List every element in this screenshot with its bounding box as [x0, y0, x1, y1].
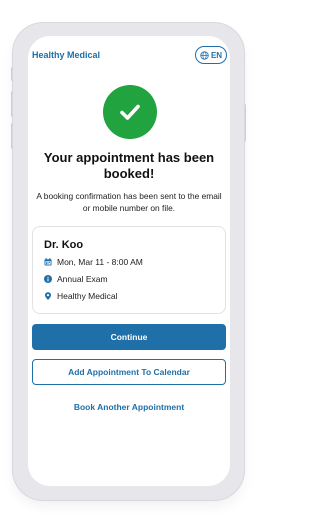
app-screen: Healthy Medical EN Your appointment has … — [28, 36, 230, 486]
continue-button[interactable]: Continue — [32, 324, 226, 350]
confirmation-title: Your appointment has been booked! — [43, 150, 215, 181]
confirmation-message: A booking confirmation has been sent to … — [36, 191, 222, 213]
calendar-icon — [44, 258, 52, 266]
brand-name[interactable]: Healthy Medical — [32, 50, 100, 60]
checkmark-icon — [120, 104, 140, 120]
app-header: Healthy Medical EN — [28, 36, 230, 76]
success-check-icon — [103, 85, 157, 139]
add-to-calendar-button[interactable]: Add Appointment To Calendar — [32, 359, 226, 385]
appointment-type-row: Annual Exam — [44, 274, 108, 284]
appointment-location: Healthy Medical — [57, 291, 118, 301]
appointment-location-row: Healthy Medical — [44, 291, 117, 301]
info-icon — [44, 275, 52, 283]
globe-icon — [200, 50, 209, 60]
appointment-datetime-row: Mon, Mar 11 - 8:00 AM — [44, 257, 143, 267]
doctor-name: Dr. Koo — [44, 239, 84, 251]
appointment-card: Dr. Koo Mon, Mar 11 - 8:00 AM Annual Exa… — [32, 226, 226, 314]
book-another-appointment-link[interactable]: Book Another Appointment — [28, 402, 230, 412]
appointment-type: Annual Exam — [57, 274, 108, 284]
location-pin-icon — [45, 292, 51, 300]
language-selector[interactable]: EN — [195, 46, 227, 64]
appointment-datetime: Mon, Mar 11 - 8:00 AM — [57, 257, 143, 267]
language-label: EN — [210, 50, 223, 60]
